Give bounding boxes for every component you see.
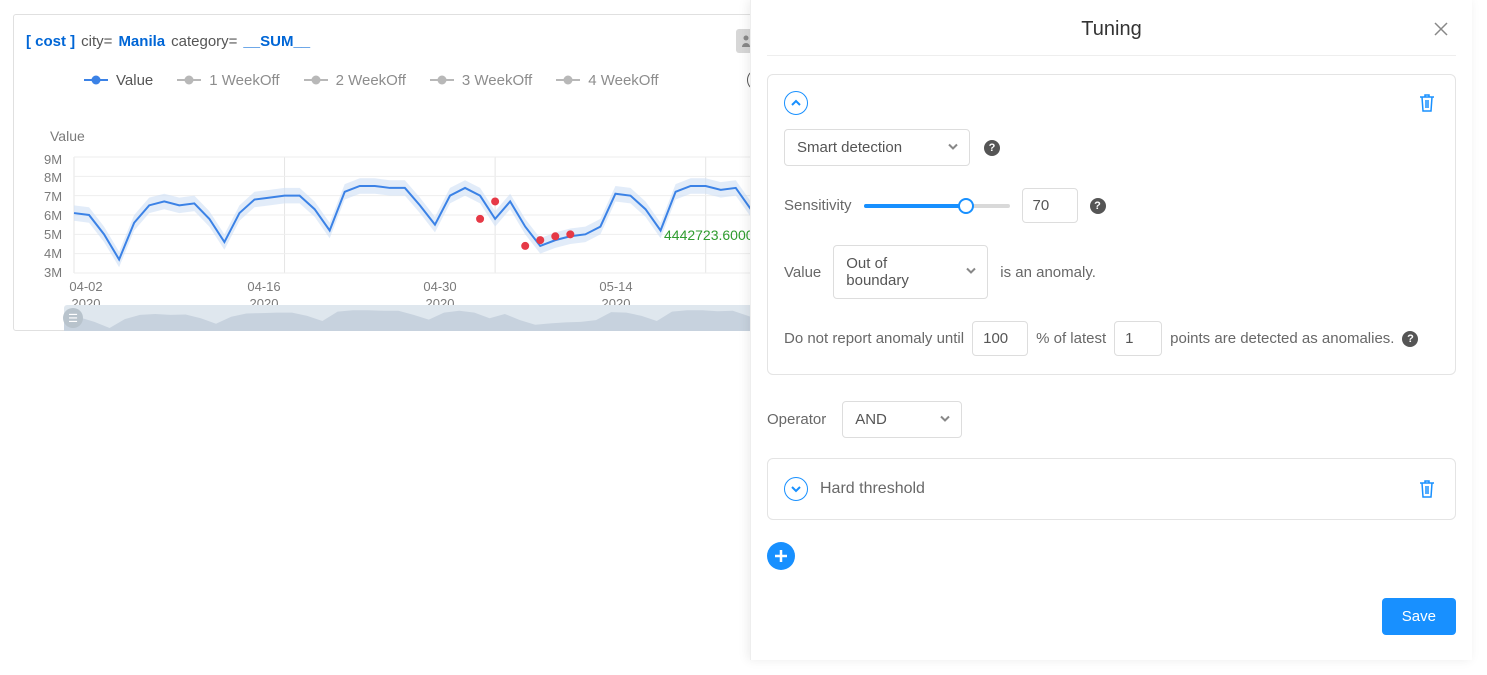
chart-plot[interactable]: 9M 8M 7M 6M 5M 4M 3M 04-022020 04-162020… [74,157,826,273]
tuning-title: Tuning [1081,18,1141,41]
legend-3weekoff[interactable]: 3 WeekOff [430,72,532,89]
y-axis-title: Value [50,128,85,144]
y-tick: 4M [44,247,62,260]
dim-key-city: city= [81,33,112,50]
y-tick: 5M [44,228,62,241]
operator-select[interactable]: AND [842,401,962,438]
chart-svg[interactable] [74,157,826,273]
brush-handle[interactable]: ☰ [63,308,83,328]
delete-rule-button[interactable] [1417,478,1439,500]
chevron-down-icon [965,264,977,281]
anomaly-points-input[interactable] [1114,321,1162,356]
add-rule-button[interactable] [767,542,795,570]
dim-value-category[interactable]: __SUM__ [243,33,310,50]
anomaly-percent-input[interactable] [972,321,1028,356]
anomaly-suffix: points are detected as anomalies. [1170,330,1394,347]
tuning-panel: Tuning Smart detection ? Sensitivity [750,0,1472,660]
legend-2weekoff[interactable]: 2 WeekOff [304,72,406,89]
y-tick: 6M [44,209,62,222]
save-button[interactable]: Save [1382,598,1456,635]
chart-header: [ cost ] city= Manila category= __SUM__ [14,15,834,53]
chart-panel: [ cost ] city= Manila category= __SUM__ … [13,14,835,331]
value-boundary-select[interactable]: Out of boundary [833,245,988,299]
sensitivity-slider[interactable] [864,204,1010,208]
legend-1weekoff[interactable]: 1 WeekOff [177,72,279,89]
anomaly-prefix: Do not report anomaly until [784,330,964,347]
anomaly-mid: % of latest [1036,330,1106,347]
y-tick: 8M [44,171,62,184]
collapse-up-icon[interactable] [784,91,808,115]
hard-threshold-label: Hard threshold [820,480,925,498]
help-icon[interactable]: ? [1402,331,1418,347]
value-suffix: is an anomaly. [1000,264,1096,281]
chart-legend: Value 1 WeekOff 2 WeekOff 3 WeekOff 4 We… [14,53,834,91]
operator-label: Operator [767,411,826,428]
help-icon[interactable]: ? [1090,198,1106,214]
metric-name[interactable]: [ cost ] [26,33,75,50]
legend-4weekoff[interactable]: 4 WeekOff [556,72,658,89]
legend-value[interactable]: Value [84,72,153,89]
chevron-down-icon [947,139,959,156]
brush-bar[interactable]: ☰ [64,305,824,331]
sensitivity-input[interactable] [1022,188,1078,223]
close-button[interactable] [1432,20,1452,40]
chevron-down-icon [939,411,951,428]
smart-detection-card: Smart detection ? Sensitivity ? Value Ou… [767,74,1456,375]
slider-thumb[interactable] [958,198,974,214]
delete-rule-button[interactable] [1417,92,1439,114]
value-label: Value [784,264,821,281]
hard-threshold-card: Hard threshold [767,458,1456,520]
help-icon[interactable]: ? [984,140,1000,156]
detection-method-select[interactable]: Smart detection [784,129,970,166]
collapse-down-icon[interactable] [784,477,808,501]
dim-value-city[interactable]: Manila [118,33,165,50]
tuning-header: Tuning [767,18,1456,56]
y-tick: 7M [44,190,62,203]
y-tick: 3M [44,266,62,279]
hover-value-label: 4442723.60000 [664,227,761,243]
brush-sparkline [64,305,824,331]
y-tick: 9M [44,153,62,166]
sensitivity-label: Sensitivity [784,197,852,214]
dim-key-category: category= [171,33,237,50]
